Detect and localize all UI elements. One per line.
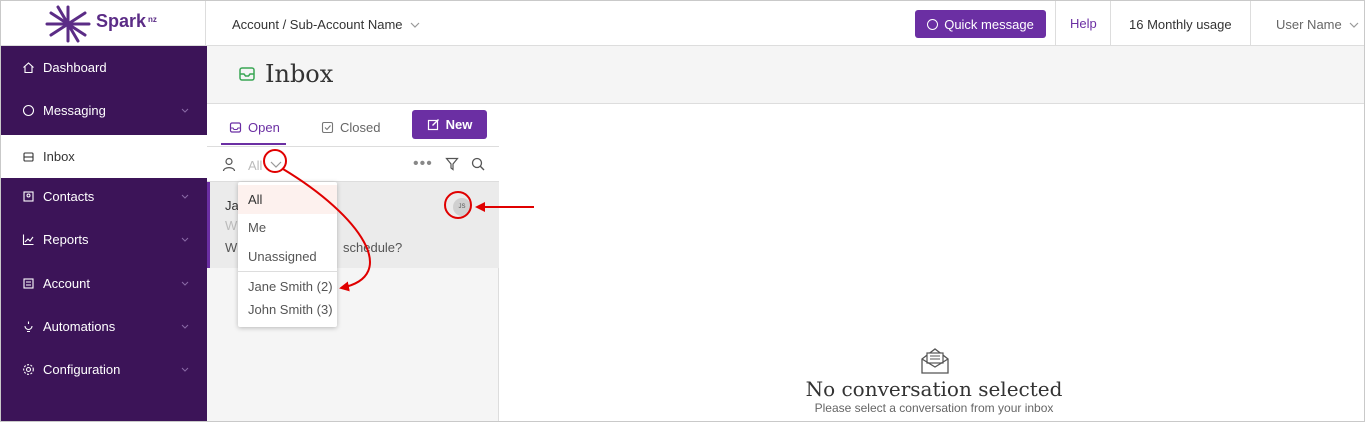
- brand-name: Spark: [96, 11, 147, 31]
- sidebar-item-messaging[interactable]: Messaging: [1, 89, 207, 132]
- check-box-icon: [321, 121, 334, 134]
- sidebar-item-automations[interactable]: Automations: [1, 305, 207, 348]
- monthly-usage[interactable]: 16 Monthly usage: [1129, 17, 1232, 32]
- user-name: User Name: [1276, 17, 1342, 32]
- empty-state-subtitle: Please select a conversation from your i…: [814, 401, 1054, 415]
- person-icon: [222, 157, 236, 172]
- inbox-icon: [21, 150, 35, 164]
- sidebar-item-dashboard[interactable]: Dashboard: [1, 46, 207, 89]
- help-link[interactable]: Help: [1070, 16, 1097, 31]
- conversation-subtitle: W: [225, 218, 238, 233]
- message-preview: W: [225, 240, 238, 255]
- sidebar-item-label: Inbox: [43, 149, 75, 164]
- gear-icon: [21, 363, 35, 377]
- inbox-icon: [239, 67, 255, 81]
- sidebar-item-contacts[interactable]: Contacts: [1, 175, 207, 218]
- compose-icon: [427, 119, 439, 131]
- dropdown-option-all[interactable]: All: [238, 185, 337, 214]
- chevron-down-icon: [181, 105, 189, 116]
- sidebar-item-configuration[interactable]: Configuration: [1, 348, 207, 391]
- contact-name: Ja: [225, 198, 239, 213]
- inbox-icon: [229, 122, 242, 133]
- sidebar-item-label: Reports: [43, 232, 89, 247]
- message-preview-tail: schedule?: [343, 240, 403, 255]
- sidebar-item-label: Account: [43, 276, 90, 291]
- sidebar-item-account[interactable]: Account: [1, 262, 207, 305]
- new-conversation-button[interactable]: New: [412, 110, 487, 139]
- dropdown-option-unassigned[interactable]: Unassigned: [238, 242, 337, 271]
- sidebar-item-label: Messaging: [43, 103, 106, 118]
- filter-icon[interactable]: [445, 157, 459, 171]
- chevron-down-icon: [181, 321, 189, 332]
- divider: [1250, 1, 1251, 46]
- conversation-detail-pane: No conversation selected Please select a…: [499, 104, 1364, 421]
- chevron-down-icon: [181, 191, 189, 202]
- logo[interactable]: Spark nz: [1, 1, 206, 46]
- page-header: Inbox: [207, 46, 1364, 104]
- tabs: Open Closed New: [207, 104, 499, 146]
- empty-state-title: No conversation selected: [805, 377, 1063, 401]
- tab-label: Open: [248, 120, 280, 135]
- top-bar: Spark nz Account / Sub-Account Name Quic…: [1, 1, 1364, 46]
- chevron-down-icon: [410, 17, 420, 32]
- spark-star-icon: [45, 5, 91, 43]
- search-icon[interactable]: [471, 157, 485, 171]
- quick-message-button[interactable]: Quick message: [915, 10, 1046, 38]
- dropdown-option-me[interactable]: Me: [238, 213, 337, 242]
- app-window: Spark nz Account / Sub-Account Name Quic…: [0, 0, 1365, 422]
- open-envelope-icon: [921, 348, 949, 374]
- active-tab-indicator: [221, 143, 286, 145]
- account-icon: [21, 277, 35, 291]
- more-options-icon[interactable]: •••: [413, 155, 433, 173]
- sidebar-item-label: Contacts: [43, 189, 95, 204]
- sidebar-item-inbox[interactable]: Inbox: [1, 135, 207, 178]
- tab-open[interactable]: Open: [229, 120, 280, 135]
- dropdown-option-agent[interactable]: John Smith (3): [238, 295, 337, 324]
- tab-label: Closed: [340, 120, 381, 135]
- tab-closed[interactable]: Closed: [321, 120, 380, 135]
- chevron-down-icon: [1349, 17, 1359, 32]
- divider: [1110, 1, 1111, 46]
- sidebar: Dashboard Messaging Inbox Contacts Repor…: [1, 46, 207, 421]
- sidebar-item-label: Dashboard: [43, 60, 107, 75]
- new-button-label: New: [445, 117, 473, 132]
- chat-icon: [21, 104, 35, 118]
- assignee-dropdown-menu: All Me Unassigned Jane Smith (2) John Sm…: [238, 182, 337, 327]
- user-menu[interactable]: User Name: [1276, 17, 1359, 32]
- sidebar-item-label: Configuration: [43, 362, 121, 377]
- home-icon: [21, 61, 35, 75]
- chart-icon: [21, 233, 35, 247]
- breadcrumb-label: Account / Sub-Account Name: [232, 17, 403, 32]
- assignee-avatar[interactable]: JS: [453, 198, 471, 216]
- chevron-down-icon[interactable]: [270, 161, 282, 169]
- divider: [1055, 1, 1056, 46]
- chevron-down-icon: [181, 364, 189, 375]
- brand-superscript: nz: [148, 15, 157, 24]
- chat-bubble-icon: [927, 18, 939, 30]
- quick-message-label: Quick message: [944, 16, 1034, 32]
- sidebar-item-reports[interactable]: Reports: [1, 218, 207, 261]
- contacts-icon: [21, 190, 35, 204]
- sidebar-item-label: Automations: [43, 319, 116, 334]
- bolt-icon: [21, 320, 35, 334]
- breadcrumb[interactable]: Account / Sub-Account Name: [232, 17, 420, 32]
- assignee-filter-value[interactable]: All: [248, 158, 262, 173]
- page-title: Inbox: [265, 60, 334, 88]
- filter-bar: All •••: [207, 146, 499, 182]
- chevron-down-icon: [181, 234, 189, 245]
- chevron-down-icon: [181, 278, 189, 289]
